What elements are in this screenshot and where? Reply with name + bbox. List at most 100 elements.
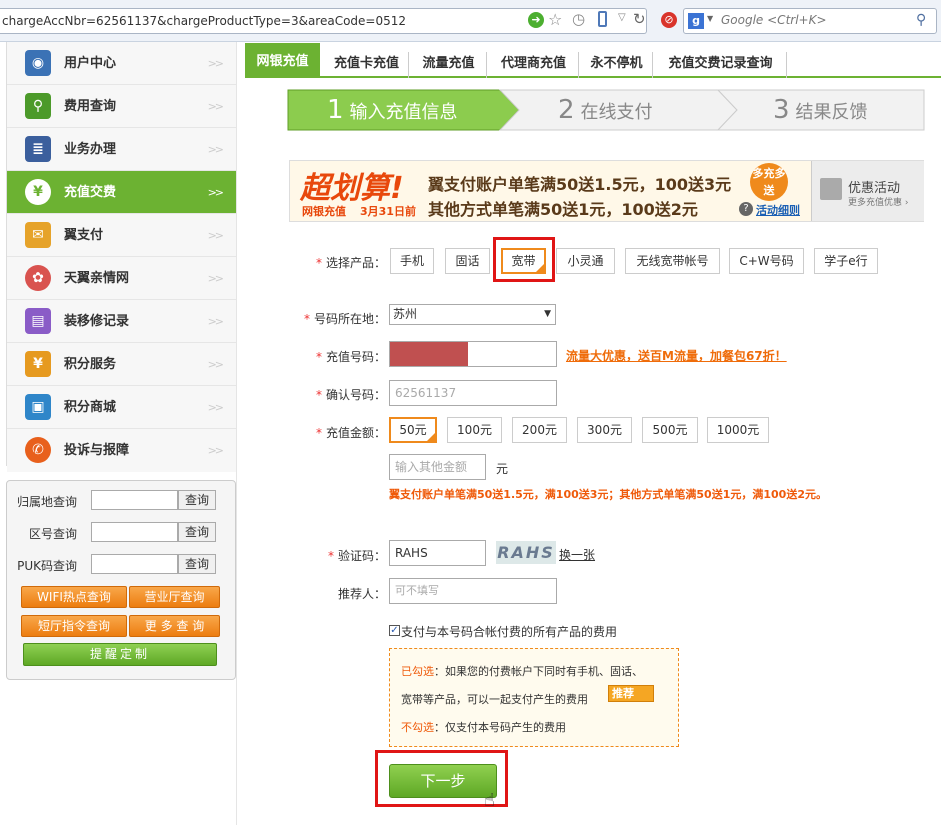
magnifier-icon[interactable]: ⚲ <box>916 12 926 28</box>
recommend-badge: 推荐 <box>608 685 654 702</box>
amount-100[interactable]: 100元 <box>447 417 502 443</box>
product-wireless-broadband[interactable]: 无线宽带帐号 <box>625 248 720 274</box>
chevron-right-icon: >> <box>207 186 225 199</box>
go-icon[interactable]: ➜ <box>528 12 544 28</box>
step-number: 3 <box>773 95 790 125</box>
amount-500[interactable]: 500元 <box>642 417 698 443</box>
reload-icon[interactable]: ↻ <box>633 10 646 28</box>
help-icon: ? <box>739 202 753 216</box>
store-query-button[interactable]: 营业厅查询 <box>129 586 220 608</box>
points-bag-icon: ¥ <box>25 351 51 377</box>
confirm-number-input[interactable]: 62561137 <box>389 380 557 406</box>
yuan-coin-icon: ¥ <box>25 179 51 205</box>
dropdown-icon[interactable]: ▽ <box>618 12 626 23</box>
sidebar-item-bill-query[interactable]: ⚲ 费用查询 >> <box>7 85 236 128</box>
sidebar-item-complaints[interactable]: ✆ 投诉与报障 >> <box>7 429 236 472</box>
areacode-query-button[interactable]: 查询 <box>178 522 216 542</box>
more-query-button[interactable]: 更 多 查 询 <box>129 615 220 637</box>
tab-never-suspend[interactable]: 永不停机 <box>581 52 653 78</box>
amount-200[interactable]: 200元 <box>512 417 567 443</box>
tab-data-recharge[interactable]: 流量充值 <box>411 52 487 78</box>
step-number: 2 <box>558 95 575 125</box>
step-number: 1 <box>327 95 344 125</box>
number-promo-link[interactable]: 流量大优惠，送百M流量，加餐包67折！ <box>566 347 787 364</box>
product-mobile[interactable]: 手机 <box>390 248 434 274</box>
hand-cursor-icon: ☝ <box>484 790 495 811</box>
browser-toolbar: chargeAccNbr=62561137&chargeProductType=… <box>0 0 941 42</box>
pay-info-box: 已勾选：如果您的付费帐户下同时有手机、固话、 宽带等产品，可以一起支付产生的费用… <box>389 648 679 747</box>
star-icon[interactable]: ☆ <box>548 10 562 29</box>
step-label: 输入充值信息 <box>349 102 458 123</box>
banner-sub-online: 网银充值 <box>302 205 346 218</box>
confirm-label: * 确认号码： <box>315 388 386 402</box>
banner-line-1: 翼支付账户单笔满50送1.5元，100送3元 <box>428 175 732 194</box>
qquery-label-puk: PUK码查询 <box>17 559 77 573</box>
puk-query-button[interactable]: 查询 <box>178 554 216 574</box>
number-label: * 充值号码： <box>315 350 386 364</box>
captcha-input[interactable]: RAHS <box>389 540 486 566</box>
amount-label: * 充值金额： <box>315 426 386 440</box>
referrer-input[interactable]: 可不填写 <box>389 578 557 604</box>
step-label: 在线支付 <box>580 102 653 123</box>
qquery-label-region: 归属地查询 <box>16 495 77 509</box>
step-2: 2 在线支付 <box>558 90 653 130</box>
tab-recharge-card[interactable]: 充值卡充值 <box>325 52 409 78</box>
sidebar-item-points-service[interactable]: ¥ 积分服务 >> <box>7 343 236 386</box>
highlight-broadband <box>493 237 555 282</box>
sms-command-button[interactable]: 短厅指令查询 <box>21 615 127 637</box>
sidebar-item-install-records[interactable]: ▤ 装移修记录 >> <box>7 300 236 343</box>
pay-all-label[interactable]: 支付与本号码合帐付费的所有产品的费用 <box>401 623 617 640</box>
sidebar-item-recharge[interactable]: ¥ 充值交费 >> <box>7 171 236 214</box>
sidebar-item-points-mall[interactable]: ▣ 积分商城 >> <box>7 386 236 429</box>
tab-online-bank[interactable]: 网银充值 <box>245 43 320 78</box>
activity-rules-link[interactable]: 活动细则 <box>756 202 800 218</box>
product-cw-number[interactable]: C+W号码 <box>729 248 804 274</box>
promo-banner[interactable]: 超划算! 网银充值 3月31日前 翼支付账户单笔满50送1.5元，100送3元 … <box>289 160 924 222</box>
sidebar-item-user-center[interactable]: ◉ 用户中心 >> <box>7 42 236 85</box>
product-student[interactable]: 学子e行 <box>814 248 878 274</box>
chevron-right-icon: >> <box>207 229 225 242</box>
other-amount-input[interactable]: 输入其他金额 <box>389 454 486 480</box>
clock-icon[interactable]: ◷ <box>572 10 585 28</box>
chevron-right-icon: >> <box>207 358 225 371</box>
captcha-refresh-link[interactable]: 换一张 <box>559 546 595 563</box>
step-label: 结果反馈 <box>795 102 868 123</box>
product-phs[interactable]: 小灵通 <box>556 248 615 274</box>
amount-1000[interactable]: 1000元 <box>707 417 769 443</box>
sidebar-item-business[interactable]: ≣ 业务办理 >> <box>7 128 236 171</box>
promo-side-sub: 更多充值优惠 › <box>848 198 909 208</box>
promo-side-panel[interactable]: 优惠活动 更多充值优惠 › <box>811 161 924 221</box>
puk-query-input[interactable] <box>91 554 178 574</box>
search-box[interactable]: g ▼ Google <Ctrl+K> ⚲ <box>683 8 937 34</box>
search-engine-dropdown-icon[interactable]: ▼ <box>707 14 713 23</box>
search-input[interactable]: Google <Ctrl+K> <box>721 13 827 27</box>
record-book-icon: ▤ <box>25 308 51 334</box>
chevron-right-icon: >> <box>207 315 225 328</box>
areacode-query-input[interactable] <box>91 522 178 542</box>
chevron-right-icon: >> <box>207 272 225 285</box>
phone-icon[interactable] <box>598 11 607 27</box>
amount-300[interactable]: 300元 <box>577 417 632 443</box>
qquery-label-areacode: 区号查询 <box>28 527 77 541</box>
region-query-input[interactable] <box>91 490 178 510</box>
product-landline[interactable]: 固话 <box>445 248 490 274</box>
remind-subscribe-button[interactable]: 提醒定制 <box>23 643 217 666</box>
sidebar-item-label: 翼支付 <box>64 228 104 243</box>
google-icon[interactable]: g <box>688 13 704 29</box>
gift-shop-icon: ▣ <box>25 394 51 420</box>
region-query-button[interactable]: 查询 <box>178 490 216 510</box>
info-checked-line: 已勾选：如果您的付费帐户下同时有手机、固话、 <box>401 665 643 678</box>
sidebar-item-bestpay[interactable]: ✉ 翼支付 >> <box>7 214 236 257</box>
number-input[interactable] <box>389 341 557 367</box>
tab-recharge-history[interactable]: 充值交费记录查询 <box>655 52 787 78</box>
tab-agent-recharge[interactable]: 代理商充值 <box>489 52 579 78</box>
chevron-right-icon: >> <box>207 444 225 457</box>
banner-badge: 多充多送 <box>750 163 788 201</box>
user-icon: ◉ <box>25 50 51 76</box>
wifi-hotspot-button[interactable]: WIFI热点查询 <box>21 586 127 608</box>
block-icon[interactable]: ⊘ <box>661 12 677 28</box>
region-select[interactable]: 苏州 ▼ <box>389 304 556 325</box>
redacted-value <box>390 342 468 366</box>
pay-all-checkbox[interactable]: ✓ <box>389 625 400 636</box>
sidebar-item-family-network[interactable]: ✿ 天翼亲情网 >> <box>7 257 236 300</box>
